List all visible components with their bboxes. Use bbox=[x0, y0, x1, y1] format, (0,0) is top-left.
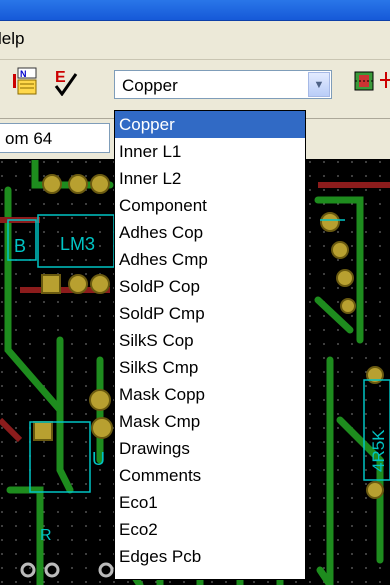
dropdown-option[interactable]: Adhes Cmp bbox=[115, 246, 305, 273]
netlist-icon[interactable]: N bbox=[12, 66, 38, 96]
window-titlebar bbox=[0, 0, 390, 21]
dropdown-option[interactable]: Copper bbox=[115, 111, 305, 138]
svg-text:N: N bbox=[20, 69, 27, 79]
dropdown-option[interactable]: SilkS Cop bbox=[115, 327, 305, 354]
menu-bar: lelp bbox=[0, 21, 390, 60]
layer-dropdown-list: Copper Inner L1 Inner L2 Component Adhes Cop… bbox=[114, 110, 306, 580]
layer-pair-icon[interactable] bbox=[352, 66, 378, 96]
add-track-icon[interactable] bbox=[380, 66, 390, 96]
dropdown-option[interactable]: SilkS Cmp bbox=[115, 354, 305, 381]
zoom-select[interactable]: om 64 bbox=[0, 123, 110, 153]
label-lm3: LM3 bbox=[60, 234, 95, 254]
dropdown-option[interactable]: Mask Cmp bbox=[115, 408, 305, 435]
dropdown-option[interactable]: Adhes Cop bbox=[115, 219, 305, 246]
dropdown-option[interactable]: Component bbox=[115, 192, 305, 219]
chevron-down-icon[interactable]: ▼ bbox=[308, 72, 330, 97]
dropdown-option[interactable]: SoldP Cmp bbox=[115, 300, 305, 327]
label-4r5k: 4R5K bbox=[369, 429, 388, 472]
dropdown-option[interactable]: SoldP Cop bbox=[115, 273, 305, 300]
dropdown-option[interactable]: Inner L1 bbox=[115, 138, 305, 165]
label-u: U bbox=[92, 449, 105, 469]
svg-text:E: E bbox=[55, 69, 66, 86]
dropdown-option[interactable]: Inner L2 bbox=[115, 165, 305, 192]
menu-help[interactable]: lelp bbox=[0, 29, 24, 49]
label-r: R bbox=[40, 527, 52, 544]
dropdown-option[interactable]: Eco2 bbox=[115, 516, 305, 543]
drc-check-icon[interactable]: E bbox=[52, 66, 78, 97]
dropdown-option[interactable]: Mask Copp bbox=[115, 381, 305, 408]
zoom-value: om 64 bbox=[5, 129, 53, 148]
dropdown-option[interactable]: Comments bbox=[115, 462, 305, 489]
dropdown-option[interactable]: Eco1 bbox=[115, 489, 305, 516]
dropdown-option[interactable]: Edges Pcb bbox=[115, 543, 305, 570]
label-b: B bbox=[14, 236, 26, 256]
layer-select[interactable]: Copper ▼ bbox=[114, 70, 332, 99]
layer-select-value: Copper bbox=[122, 76, 178, 95]
dropdown-option[interactable]: Drawings bbox=[115, 435, 305, 462]
